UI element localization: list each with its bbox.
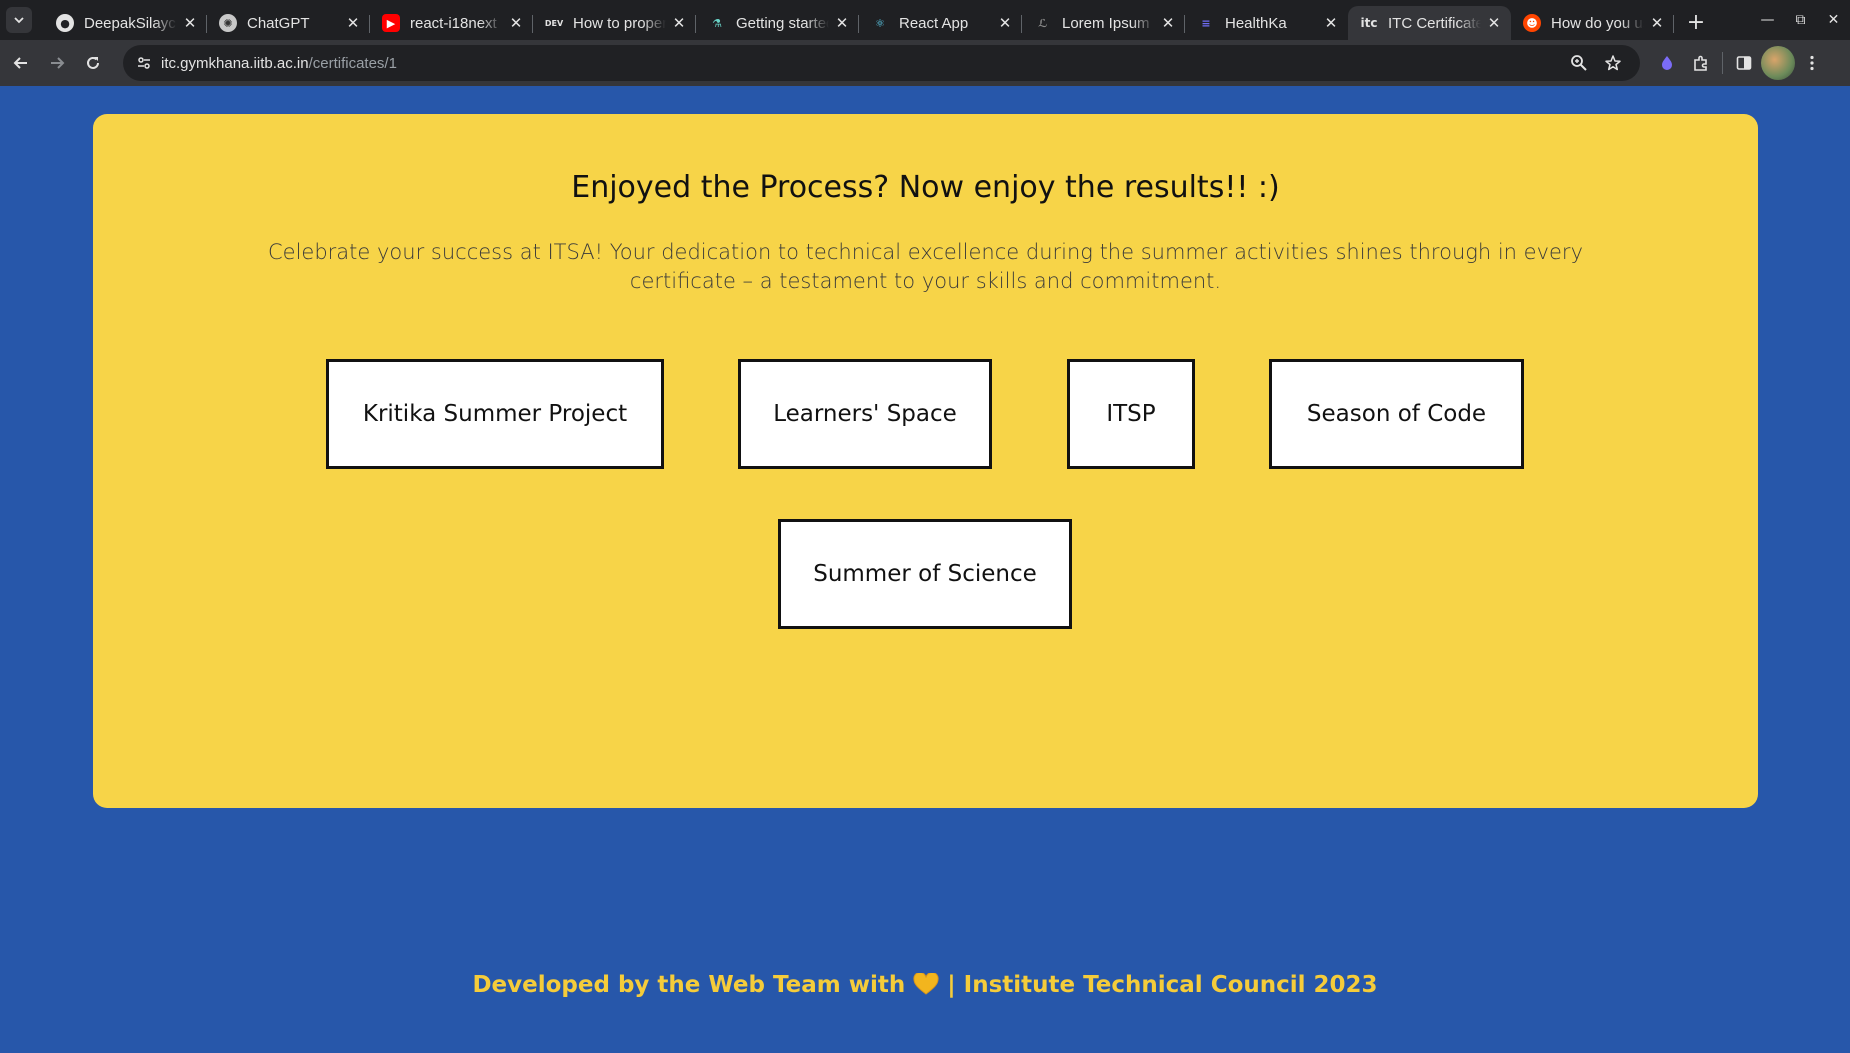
url-host: itc.gymkhana.iitb.ac.in xyxy=(161,54,309,72)
reload-button[interactable] xyxy=(76,46,110,80)
tab-close-icon[interactable]: ✕ xyxy=(1485,14,1503,32)
tab-title: Getting started xyxy=(736,14,829,32)
certificates-card: Enjoyed the Process? Now enjoy the resul… xyxy=(93,114,1758,808)
tab-strip: ● DeepakSilaych ✕ ✺ ChatGPT ✕ ▶ react-i18next ✕ D… xyxy=(0,0,1850,40)
close-window-icon[interactable]: ✕ xyxy=(1817,0,1850,40)
dev-icon: DEV xyxy=(544,18,564,28)
browser-tab[interactable]: DEV How to properly✕ xyxy=(533,6,696,40)
restore-icon[interactable]: ⧉ xyxy=(1784,0,1817,40)
address-bar[interactable]: itc.gymkhana.iitb.ac.in/certificates/1 xyxy=(123,45,1640,81)
browser-tab[interactable]: ≡ HealthKa ✕ xyxy=(1185,6,1348,40)
more-menu-icon[interactable] xyxy=(1795,46,1829,80)
browser-tab[interactable]: ⚗ Getting started ✕ xyxy=(696,6,859,40)
browser-tab[interactable]: ▶ react-i18next ✕ xyxy=(370,6,533,40)
tab-title: react-i18next xyxy=(410,14,497,32)
program-button-season-of-code[interactable]: Season of Code xyxy=(1269,359,1524,469)
tab-separator xyxy=(1673,15,1674,33)
program-button-kritika-summer-project[interactable]: Kritika Summer Project xyxy=(326,359,664,469)
tab-title: DeepakSilaych xyxy=(84,14,177,32)
url-path: /certificates/1 xyxy=(308,54,397,72)
tab-close-icon[interactable]: ✕ xyxy=(1648,14,1666,32)
tabs: ● DeepakSilaych ✕ ✺ ChatGPT ✕ ▶ react-i18next ✕ D… xyxy=(44,0,1674,40)
back-arrow-icon xyxy=(13,57,27,69)
tab-close-icon[interactable]: ✕ xyxy=(833,14,851,32)
tab-close-icon[interactable]: ✕ xyxy=(344,14,362,32)
yellow-heart-icon xyxy=(913,973,939,995)
extension-icon[interactable] xyxy=(1650,46,1684,80)
browser-tab[interactable]: ☻ How do you use✕ xyxy=(1511,6,1674,40)
program-button-itsp[interactable]: ITSP xyxy=(1067,359,1195,469)
tab-close-icon[interactable]: ✕ xyxy=(670,14,688,32)
reload-icon xyxy=(87,56,99,69)
browser-toolbar: itc.gymkhana.iitb.ac.in/certificates/1 xyxy=(0,40,1850,86)
youtube-icon: ▶ xyxy=(382,14,400,32)
bookmark-star-icon[interactable] xyxy=(1596,46,1630,80)
tab-close-icon[interactable]: ✕ xyxy=(181,14,199,32)
window-controls: — ⧉ ✕ xyxy=(1751,0,1850,40)
tab-title: ITC Certificates xyxy=(1388,14,1481,32)
page-title: Enjoyed the Process? Now enjoy the resul… xyxy=(571,170,1280,205)
tab-close-icon[interactable]: ✕ xyxy=(507,14,525,32)
tab-title: React App xyxy=(899,14,969,32)
browser-tab[interactable]: ⚛ React App ✕ xyxy=(859,6,1022,40)
page-footer: Developed by the Web Team with | Institu… xyxy=(0,972,1850,998)
lorem-icon: ℒ xyxy=(1038,16,1048,30)
forward-arrow-icon xyxy=(51,57,65,69)
reddit-icon: ☻ xyxy=(1523,14,1541,32)
minimize-icon[interactable]: — xyxy=(1751,0,1784,40)
tab-title: How to properly xyxy=(573,14,666,32)
tab-close-icon[interactable]: ✕ xyxy=(996,14,1014,32)
chatgpt-icon: ✺ xyxy=(219,14,237,32)
footer-credit: Developed by the Web Team with xyxy=(472,972,906,998)
flask-icon: ⚗ xyxy=(712,16,722,30)
tab-title: HealthKa xyxy=(1225,14,1287,32)
healthka-icon: ≡ xyxy=(1201,16,1211,30)
footer-council: | Institute Technical Council 2023 xyxy=(947,972,1378,998)
program-button-summer-of-science[interactable]: Summer of Science xyxy=(778,519,1072,629)
url-text: itc.gymkhana.iitb.ac.in/certificates/1 xyxy=(161,55,397,72)
browser-tab[interactable]: itc ITC Certificates✕ xyxy=(1348,6,1511,40)
browser-tab[interactable]: ℒ Lorem Ipsum ✕ xyxy=(1022,6,1185,40)
side-panel-icon[interactable] xyxy=(1727,46,1761,80)
browser-tab[interactable]: ● DeepakSilaych ✕ xyxy=(44,6,207,40)
tab-title: ChatGPT xyxy=(247,14,310,32)
github-icon: ● xyxy=(56,14,74,32)
extensions-puzzle-icon[interactable] xyxy=(1684,46,1718,80)
avatar xyxy=(1761,46,1795,80)
tab-title: Lorem Ipsum xyxy=(1062,14,1150,32)
browser-tab[interactable]: ✺ ChatGPT ✕ xyxy=(207,6,370,40)
site-info-icon[interactable] xyxy=(129,55,159,71)
program-button-learners-space[interactable]: Learners' Space xyxy=(738,359,992,469)
tab-title: How do you use xyxy=(1551,14,1644,32)
new-tab-button[interactable]: + xyxy=(1682,8,1710,36)
profile-avatar[interactable] xyxy=(1761,46,1795,80)
zoom-icon[interactable] xyxy=(1562,46,1596,80)
chevron-down-icon xyxy=(14,17,24,24)
tab-close-icon[interactable]: ✕ xyxy=(1159,14,1177,32)
tab-search-button[interactable] xyxy=(6,7,32,33)
react-icon: ⚛ xyxy=(875,16,885,30)
forward-button[interactable] xyxy=(40,46,74,80)
page-description: Celebrate your success at ITSA! Your ded… xyxy=(268,240,1583,293)
extensions-area xyxy=(1650,40,1829,86)
itc-icon: itc xyxy=(1360,16,1378,30)
toolbar-divider xyxy=(1722,52,1723,74)
back-button[interactable] xyxy=(4,46,38,80)
tab-close-icon[interactable]: ✕ xyxy=(1322,14,1340,32)
